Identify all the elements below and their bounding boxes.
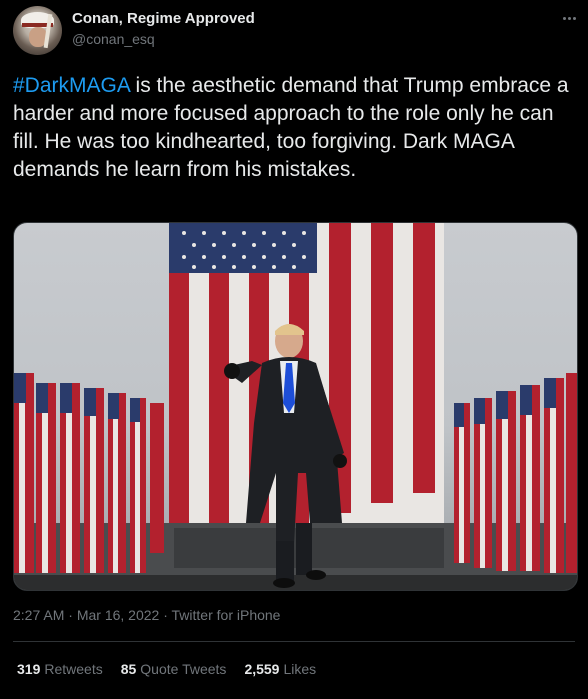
engagement-stats: 319 Retweets 85 Quote Tweets 2,559 Likes: [17, 661, 316, 677]
more-dot: [572, 16, 576, 20]
tweet-text: #DarkMAGA is the aesthetic demand that T…: [13, 72, 578, 184]
retweets-stat[interactable]: 319 Retweets: [17, 661, 103, 677]
tweet-date[interactable]: Mar 16, 2022: [77, 607, 160, 623]
author-display-name[interactable]: Conan, Regime Approved: [72, 10, 255, 27]
retweets-label: Retweets: [44, 661, 103, 677]
likes-count: 2,559: [244, 661, 280, 677]
quote-tweets-label: Quote Tweets: [140, 661, 227, 677]
meta-separator: ·: [159, 607, 172, 623]
quote-tweets-stat[interactable]: 85 Quote Tweets: [121, 661, 227, 677]
photo-illustration: [14, 223, 577, 590]
hashtag-link[interactable]: #DarkMAGA: [13, 74, 130, 97]
retweets-count: 319: [17, 661, 41, 677]
tweet-time[interactable]: 2:27 AM: [13, 607, 64, 623]
more-dot: [562, 16, 566, 20]
likes-label: Likes: [283, 661, 317, 677]
likes-stat[interactable]: 2,559 Likes: [244, 661, 316, 677]
stage-floor: [14, 575, 577, 590]
avatar[interactable]: [13, 6, 62, 55]
divider: [13, 641, 575, 642]
meta-separator: ·: [64, 607, 77, 623]
author-handle[interactable]: @conan_esq: [72, 31, 155, 47]
left-flag-row: [14, 373, 164, 573]
quote-tweets-count: 85: [120, 661, 137, 677]
tweet-meta: 2:27 AM · Mar 16, 2022 · Twitter for iPh…: [13, 607, 280, 623]
tweet-source[interactable]: Twitter for iPhone: [172, 607, 281, 623]
tweet-media-photo[interactable]: [13, 222, 578, 591]
more-icon[interactable]: [557, 8, 581, 28]
more-dot: [567, 16, 571, 20]
